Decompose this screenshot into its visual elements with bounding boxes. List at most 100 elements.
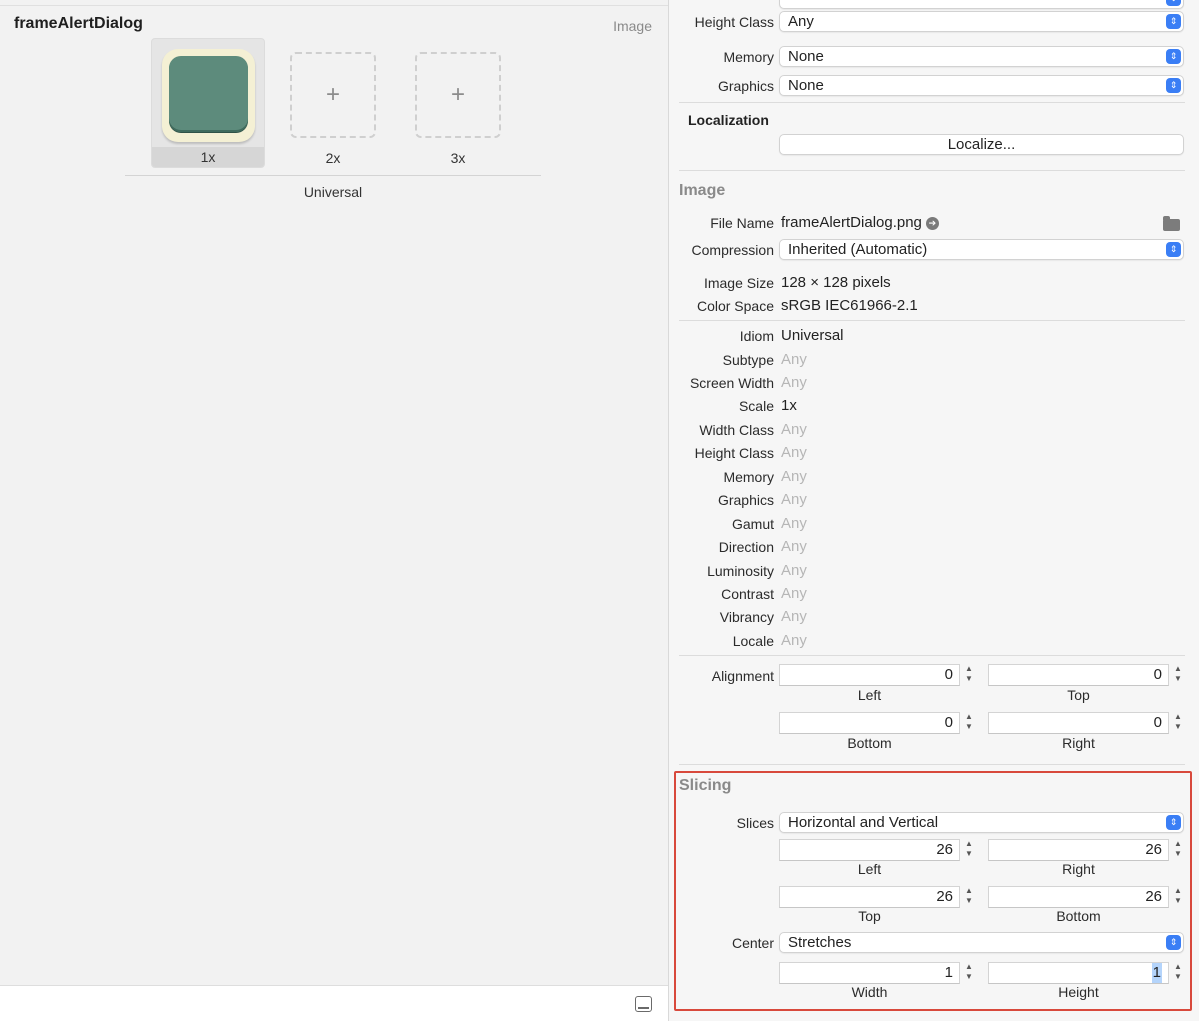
alignment-left-stepper[interactable]: ▲ ▼ [963, 664, 975, 686]
toggle-panel-icon[interactable] [635, 996, 652, 1012]
height-class-value: Any [781, 444, 807, 461]
alignment-bottom-caption: Bottom [847, 735, 892, 751]
divider [679, 764, 1185, 765]
slot-label: 2x [325, 150, 341, 166]
color-space-label: Color Space [696, 298, 774, 314]
chevron-down-icon: ⇕ [1166, 78, 1181, 93]
divider [679, 655, 1185, 656]
gamut-value: Any [781, 515, 807, 532]
divider [679, 102, 1185, 103]
graphics-popup[interactable]: None ⇕ [779, 75, 1184, 96]
direction-value: Any [781, 538, 807, 555]
add-image-well[interactable]: + [290, 52, 376, 138]
asset-editor: frameAlertDialog Image 1x + 2x + 3x Univ… [0, 0, 668, 1021]
scale-value: 1x [781, 397, 797, 414]
chevron-updown-icon: ⇕ [1166, 0, 1181, 6]
screen-width-value: Any [781, 374, 807, 391]
alignment-top-stepper[interactable]: ▲ ▼ [1172, 664, 1184, 686]
chevron-updown-icon: ⇕ [1166, 242, 1181, 257]
width-class-value: Any [781, 421, 807, 438]
graphics-value: Any [781, 491, 807, 508]
height-class-label: Height Class [694, 14, 774, 30]
stepper-up-icon[interactable]: ▲ [965, 712, 973, 721]
arrow-right-circle-icon[interactable]: ➔ [925, 217, 939, 230]
popup-value: Inherited (Automatic) [788, 241, 928, 258]
luminosity-value: Any [781, 562, 807, 579]
memory-value: Any [781, 468, 807, 485]
stepper-up-icon[interactable]: ▲ [1174, 712, 1182, 721]
vibrancy-label: Vibrancy [719, 609, 774, 625]
file-name-label: File Name [710, 215, 774, 231]
asset-type-label: Image [613, 18, 652, 34]
slot-label: 3x [450, 150, 466, 166]
color-space-value: sRGB IEC61966-2.1 [781, 297, 918, 314]
stepper-down-icon[interactable]: ▼ [965, 674, 973, 683]
alignment-label: Alignment [711, 668, 774, 684]
image-size-value: 128 × 128 pixels [781, 274, 891, 291]
locale-value: Any [781, 632, 807, 649]
alignment-bottom-field[interactable]: 0 [779, 712, 960, 734]
alignment-top-field[interactable]: 0 [988, 664, 1169, 686]
file-name-text: frameAlertDialog.png [781, 214, 922, 231]
plus-icon: + [325, 81, 340, 108]
alignment-left-field[interactable]: 0 [779, 664, 960, 686]
height-class-label: Height Class [694, 445, 774, 461]
stepper-up-icon[interactable]: ▲ [1174, 664, 1182, 673]
popup-value: Any [788, 13, 814, 30]
slot-2x[interactable]: + 2x [276, 38, 390, 168]
contrast-label: Contrast [721, 586, 774, 602]
group-divider [125, 175, 541, 176]
memory-label: Memory [723, 49, 774, 65]
contrast-value: Any [781, 585, 807, 602]
stepper-down-icon[interactable]: ▼ [1174, 722, 1182, 731]
divider [679, 320, 1185, 321]
stepper-up-icon[interactable]: ▲ [965, 664, 973, 673]
scale-label: Scale [738, 398, 774, 414]
image-thumbnail[interactable] [162, 49, 255, 142]
add-image-well[interactable]: + [415, 52, 501, 138]
localize-button[interactable]: Localize... [779, 134, 1184, 155]
alignment-right-caption: Right [1062, 735, 1095, 751]
graphics-label: Graphics [717, 78, 774, 94]
slicing-highlight-box [674, 771, 1192, 1011]
stepper-down-icon[interactable]: ▼ [1174, 674, 1182, 683]
image-section-title: Image [679, 182, 726, 199]
compression-popup[interactable]: Inherited (Automatic) ⇕ [779, 239, 1184, 260]
alignment-right-stepper[interactable]: ▲ ▼ [1172, 712, 1184, 734]
vibrancy-value: Any [781, 608, 807, 625]
divider [679, 170, 1185, 171]
luminosity-label: Luminosity [707, 563, 774, 579]
popup-value: None [788, 77, 824, 94]
alignment-bottom-stepper[interactable]: ▲ ▼ [963, 712, 975, 734]
popup-partial[interactable]: ⇕ [779, 0, 1184, 9]
memory-label: Memory [723, 469, 774, 485]
chevron-down-icon: ⇕ [1166, 49, 1181, 64]
width-class-label: Width Class [699, 422, 774, 438]
asset-title: frameAlertDialog [14, 15, 143, 32]
slot-3x[interactable]: + 3x [401, 38, 515, 168]
stepper-down-icon[interactable]: ▼ [965, 722, 973, 731]
direction-label: Direction [718, 539, 774, 555]
thumbnail-fill [169, 56, 248, 132]
group-label: Universal [303, 184, 363, 200]
alignment-top-caption: Top [1067, 687, 1090, 703]
divider [0, 5, 668, 6]
bottom-bar [0, 985, 668, 1021]
idiom-label: Idiom [739, 328, 774, 344]
gamut-label: Gamut [731, 516, 774, 532]
localization-title: Localization [688, 112, 769, 128]
idiom-value: Universal [781, 327, 844, 344]
graphics-label: Graphics [717, 492, 774, 508]
subtype-label: Subtype [722, 352, 774, 368]
popup-value: None [788, 48, 824, 65]
folder-icon[interactable] [1163, 216, 1180, 231]
height-class-popup[interactable]: Any ⇕ [779, 11, 1184, 32]
memory-popup[interactable]: None ⇕ [779, 46, 1184, 67]
plus-icon: + [450, 81, 465, 108]
screen-width-label: Screen Width [689, 375, 774, 391]
slot-label: 1x [152, 147, 264, 167]
alignment-right-field[interactable]: 0 [988, 712, 1169, 734]
compression-label: Compression [691, 242, 774, 258]
slot-1x[interactable]: 1x [151, 38, 265, 168]
file-name-value: frameAlertDialog.png ➔ [781, 214, 939, 231]
